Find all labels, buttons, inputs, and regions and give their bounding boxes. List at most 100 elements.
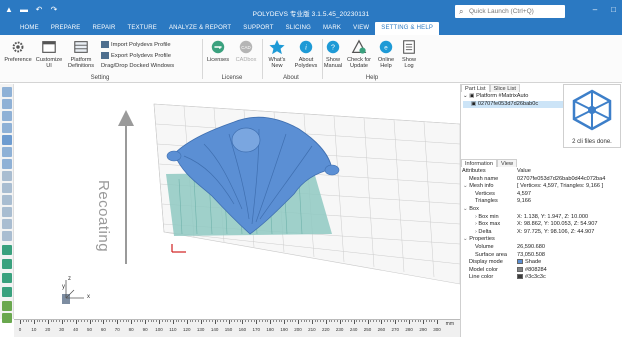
- setting-group-label: Setting: [90, 75, 110, 81]
- property-row[interactable]: Vertices 4,597: [461, 191, 622, 199]
- ruler-minor-tick: [222, 320, 224, 322]
- ruler-minor-tick: [45, 320, 47, 322]
- import-profile-button[interactable]: Import Polydevs Profile: [101, 41, 171, 48]
- tab-slicing[interactable]: SLICING: [280, 22, 317, 35]
- view-top-icon[interactable]: [2, 87, 12, 97]
- whats-new-button[interactable]: What's New: [263, 37, 291, 69]
- ruler-tick-label: 100: [155, 327, 163, 332]
- color-swatch[interactable]: [517, 266, 523, 272]
- window-icon: [42, 41, 56, 53]
- property-value-text: [ Vertices: 4,597, Triangles: 9,166 ]: [517, 183, 604, 190]
- ruler-minor-tick: [111, 320, 113, 322]
- home-icon[interactable]: [2, 313, 12, 323]
- tab-mark[interactable]: MARK: [317, 22, 347, 35]
- view-left-icon[interactable]: [2, 123, 12, 133]
- rotate-icon[interactable]: [2, 231, 12, 241]
- tab-home[interactable]: HOME: [14, 22, 45, 35]
- tab-prepare[interactable]: PREPARE: [45, 22, 87, 35]
- 3d-viewport[interactable]: Recoating z y x: [14, 84, 460, 319]
- tab-view[interactable]: VIEW: [347, 22, 375, 35]
- cadbox-button[interactable]: CAD CADbox: [232, 37, 260, 63]
- customize-ui-label-2: UI: [46, 63, 52, 70]
- section-icon[interactable]: [2, 287, 12, 297]
- platform-definitions-button[interactable]: Platform Definitions: [64, 37, 98, 69]
- tab-view-panel[interactable]: View: [496, 159, 518, 167]
- property-row[interactable]: ⌄ Properties: [461, 236, 622, 244]
- color-swatch[interactable]: [517, 259, 523, 265]
- tab-setting-help[interactable]: SETTING & HELP: [375, 22, 440, 35]
- tab-slice-list[interactable]: Slice List: [489, 84, 520, 92]
- property-row[interactable]: ⌄ Box: [461, 206, 622, 214]
- view-back-icon[interactable]: [2, 111, 12, 121]
- tab-repair[interactable]: REPAIR: [86, 22, 121, 35]
- property-row[interactable]: Mesh name 02707fe053d7d26bab0d44c072ba4: [461, 176, 622, 184]
- about-group: What's New i About Polydevs About: [262, 37, 320, 81]
- properties-grid: Attributes Value Mesh name 02707fe053d7d2…: [461, 168, 622, 282]
- show-manual-button[interactable]: ? Show Manual: [322, 37, 344, 69]
- property-value-text: X: 98.862, Y: 100.053, Z: 54.907: [517, 221, 598, 228]
- zoom-fit-icon[interactable]: [2, 171, 12, 181]
- paint-icon[interactable]: [2, 273, 12, 283]
- view-right-icon[interactable]: [2, 135, 12, 145]
- property-row[interactable]: Volume 26,590.680: [461, 244, 622, 252]
- ruler-minor-tick: [56, 320, 58, 322]
- zoom-in-icon[interactable]: [2, 195, 12, 205]
- window-controls: – □: [593, 5, 616, 14]
- property-row[interactable]: › Box min X: 1.138, Y: 1.947, Z: 10.000: [461, 214, 622, 222]
- property-row[interactable]: › Box max X: 98.862, Y: 100.053, Z: 54.90…: [461, 221, 622, 229]
- zoom-out-icon[interactable]: [2, 207, 12, 217]
- measure-icon[interactable]: [2, 301, 12, 311]
- color-swatch[interactable]: [517, 274, 523, 280]
- play-icon[interactable]: [2, 245, 12, 255]
- ruler-minor-tick: [95, 320, 97, 322]
- ruler-minor-tick: [153, 320, 155, 322]
- ruler-minor-tick: [425, 320, 427, 322]
- property-key: Triangles: [475, 198, 498, 206]
- export-profile-button[interactable]: Export Polydevs Profile: [101, 52, 171, 59]
- tab-support[interactable]: SUPPORT: [237, 22, 279, 35]
- property-row[interactable]: Triangles 9,166: [461, 198, 622, 206]
- brush-icon[interactable]: [2, 259, 12, 269]
- preference-button[interactable]: Preference: [3, 37, 33, 63]
- tree-item-part[interactable]: ▣ 02707fe053d7d26bab0c: [463, 100, 563, 108]
- ruler-minor-tick: [417, 320, 419, 322]
- tab-texture[interactable]: TEXTURE: [122, 22, 163, 35]
- tab-part-list[interactable]: Part List: [461, 84, 490, 92]
- ruler-unit: mm: [445, 321, 454, 327]
- property-row[interactable]: › Delta X: 97.725, Y: 98.106, Z: 44.907: [461, 229, 622, 237]
- check-update-button[interactable]: Check for Update: [344, 37, 374, 69]
- property-row[interactable]: Line color #3c3c3c: [461, 274, 622, 282]
- view-iso-icon[interactable]: [2, 159, 12, 169]
- licenses-button[interactable]: Licenses: [204, 37, 232, 63]
- axis-x-label: x: [87, 294, 90, 300]
- tab-analyze-report[interactable]: ANALYZE & REPORT: [163, 22, 237, 35]
- customize-ui-button[interactable]: Customize UI: [35, 37, 63, 69]
- quick-launch-input[interactable]: ⌕ Quick Launch (Ctrl+Q): [455, 5, 565, 18]
- property-value: 73,050.508: [517, 252, 545, 260]
- property-row[interactable]: Model color #808284: [461, 266, 622, 275]
- view-front-icon[interactable]: [2, 99, 12, 109]
- view-bottom-icon[interactable]: [2, 147, 12, 157]
- pan-icon[interactable]: [2, 219, 12, 229]
- minimize-icon[interactable]: –: [593, 5, 597, 14]
- drag-drop-docked-button[interactable]: Drag/Drop Docked Windows: [101, 63, 174, 69]
- tab-information[interactable]: Information: [461, 159, 497, 167]
- ruler-minor-tick: [78, 320, 80, 322]
- property-value-text: 02707fe053d7d26bab0d44c072ba4: [517, 175, 606, 182]
- online-help-button[interactable]: e Online Help: [374, 37, 398, 69]
- ruler-minor-tick: [278, 320, 280, 322]
- property-row[interactable]: Display mode Shade: [461, 259, 622, 267]
- zoom-select-icon[interactable]: [2, 183, 12, 193]
- maximize-icon[interactable]: □: [611, 5, 616, 14]
- about-button[interactable]: i About Polydevs: [291, 37, 321, 69]
- property-row[interactable]: Surface area 73,050.508: [461, 252, 622, 260]
- show-log-button[interactable]: Show Log: [398, 37, 420, 69]
- ruler-minor-tick: [120, 320, 122, 322]
- property-row[interactable]: ⌄ Mesh info [ Vertices: 4,597, Triangles:…: [461, 183, 622, 191]
- ruler-minor-tick: [295, 320, 297, 322]
- ruler-minor-tick: [292, 320, 294, 322]
- attributes-header: Attributes: [462, 168, 486, 174]
- tree-item-platform[interactable]: ⌄ ▣ Platform #MatrixAuto: [463, 93, 563, 101]
- property-value: X: 1.138, Y: 1.947, Z: 10.000: [517, 214, 588, 222]
- ruler-tick-label: 280: [405, 327, 413, 332]
